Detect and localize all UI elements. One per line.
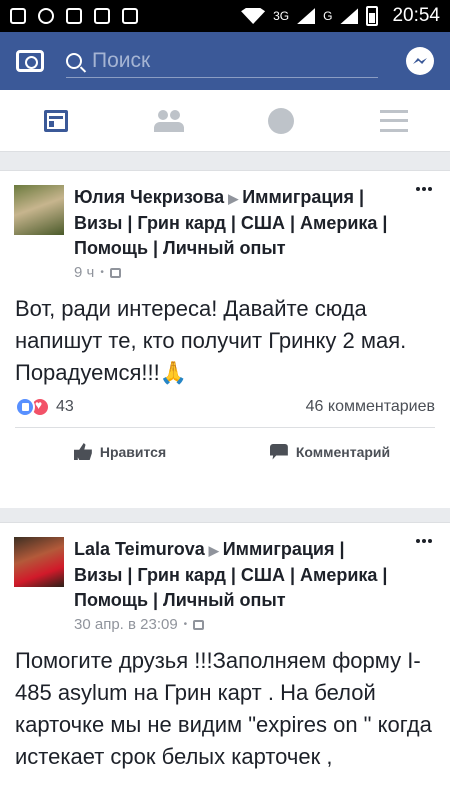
tab-friends[interactable] [113, 90, 226, 151]
signal-icon [297, 8, 316, 24]
post-headline: Lala Teimurova ▶ Иммиграция | Визы | Грин … [74, 537, 394, 613]
messenger-icon[interactable] [406, 47, 434, 75]
privacy-icon [109, 267, 121, 278]
post-text: Вот, ради интереса! Давайте сюда напишут… [15, 296, 407, 385]
network-label-g: G [323, 9, 333, 23]
author-name[interactable]: Юлия Чекризова [74, 187, 224, 207]
search-input[interactable] [92, 48, 342, 73]
thumbs-up-icon [73, 443, 92, 460]
search-icon [66, 52, 82, 69]
instagram-icon [66, 8, 82, 24]
signal-icon-2 [340, 8, 359, 24]
comment-label: Комментарий [295, 443, 391, 460]
settings-icon [38, 8, 54, 24]
feed-post: Lala Teimurova ▶ Иммиграция | Визы | Грин … [0, 522, 450, 800]
menu-icon [379, 109, 408, 132]
comment-button[interactable]: Комментарий [225, 428, 435, 475]
arrow-icon: ▶ [228, 191, 239, 206]
post-text: Помогите друзья !!!Заполняем форму I-485… [15, 648, 432, 769]
like-button[interactable]: Нравится [15, 428, 225, 475]
more-options-icon[interactable] [416, 187, 432, 191]
wifi-icon [241, 8, 266, 24]
post-headline: Юлия Чекризова ▶ Иммиграция | Визы | Грин … [74, 185, 394, 261]
feed-post: Юлия Чекризова ▶ Иммиграция | Визы | Грин … [0, 170, 450, 508]
separator-dot: • [100, 267, 104, 278]
reaction-count[interactable]: 43 [56, 398, 74, 416]
arrow-icon: ▶ [208, 543, 219, 558]
status-bar: 3G G 20:54 [0, 0, 450, 32]
camera-icon[interactable] [16, 50, 44, 72]
more-options-icon[interactable] [416, 539, 432, 543]
comments-count[interactable]: 46 комментариев [306, 398, 435, 416]
battery-icon [366, 6, 379, 26]
tab-notifications[interactable] [225, 90, 338, 151]
like-label: Нравится [99, 443, 167, 460]
top-bar [0, 32, 450, 90]
search-bar[interactable] [66, 44, 378, 78]
briefcase-icon [122, 8, 138, 24]
avatar[interactable] [14, 185, 64, 235]
author-name[interactable]: Lala Teimurova [74, 539, 205, 559]
tab-news-feed[interactable] [0, 90, 113, 151]
news-feed-icon [44, 109, 69, 132]
notification-icon [10, 8, 26, 24]
globe-icon [268, 107, 295, 134]
avatar[interactable] [14, 537, 64, 587]
privacy-icon [193, 619, 205, 630]
clock: 20:54 [392, 5, 440, 26]
network-label-3g: 3G [273, 9, 290, 23]
comment-icon [269, 443, 288, 460]
tab-menu[interactable] [338, 90, 450, 151]
app-icon [94, 8, 110, 24]
like-reaction-icon [15, 397, 35, 417]
friends-icon [153, 109, 184, 132]
post-time[interactable]: 30 апр. в 23:09 [74, 616, 178, 633]
separator-dot: • [183, 619, 188, 630]
tab-bar [0, 90, 450, 152]
post-time[interactable]: 9 ч [74, 264, 94, 281]
